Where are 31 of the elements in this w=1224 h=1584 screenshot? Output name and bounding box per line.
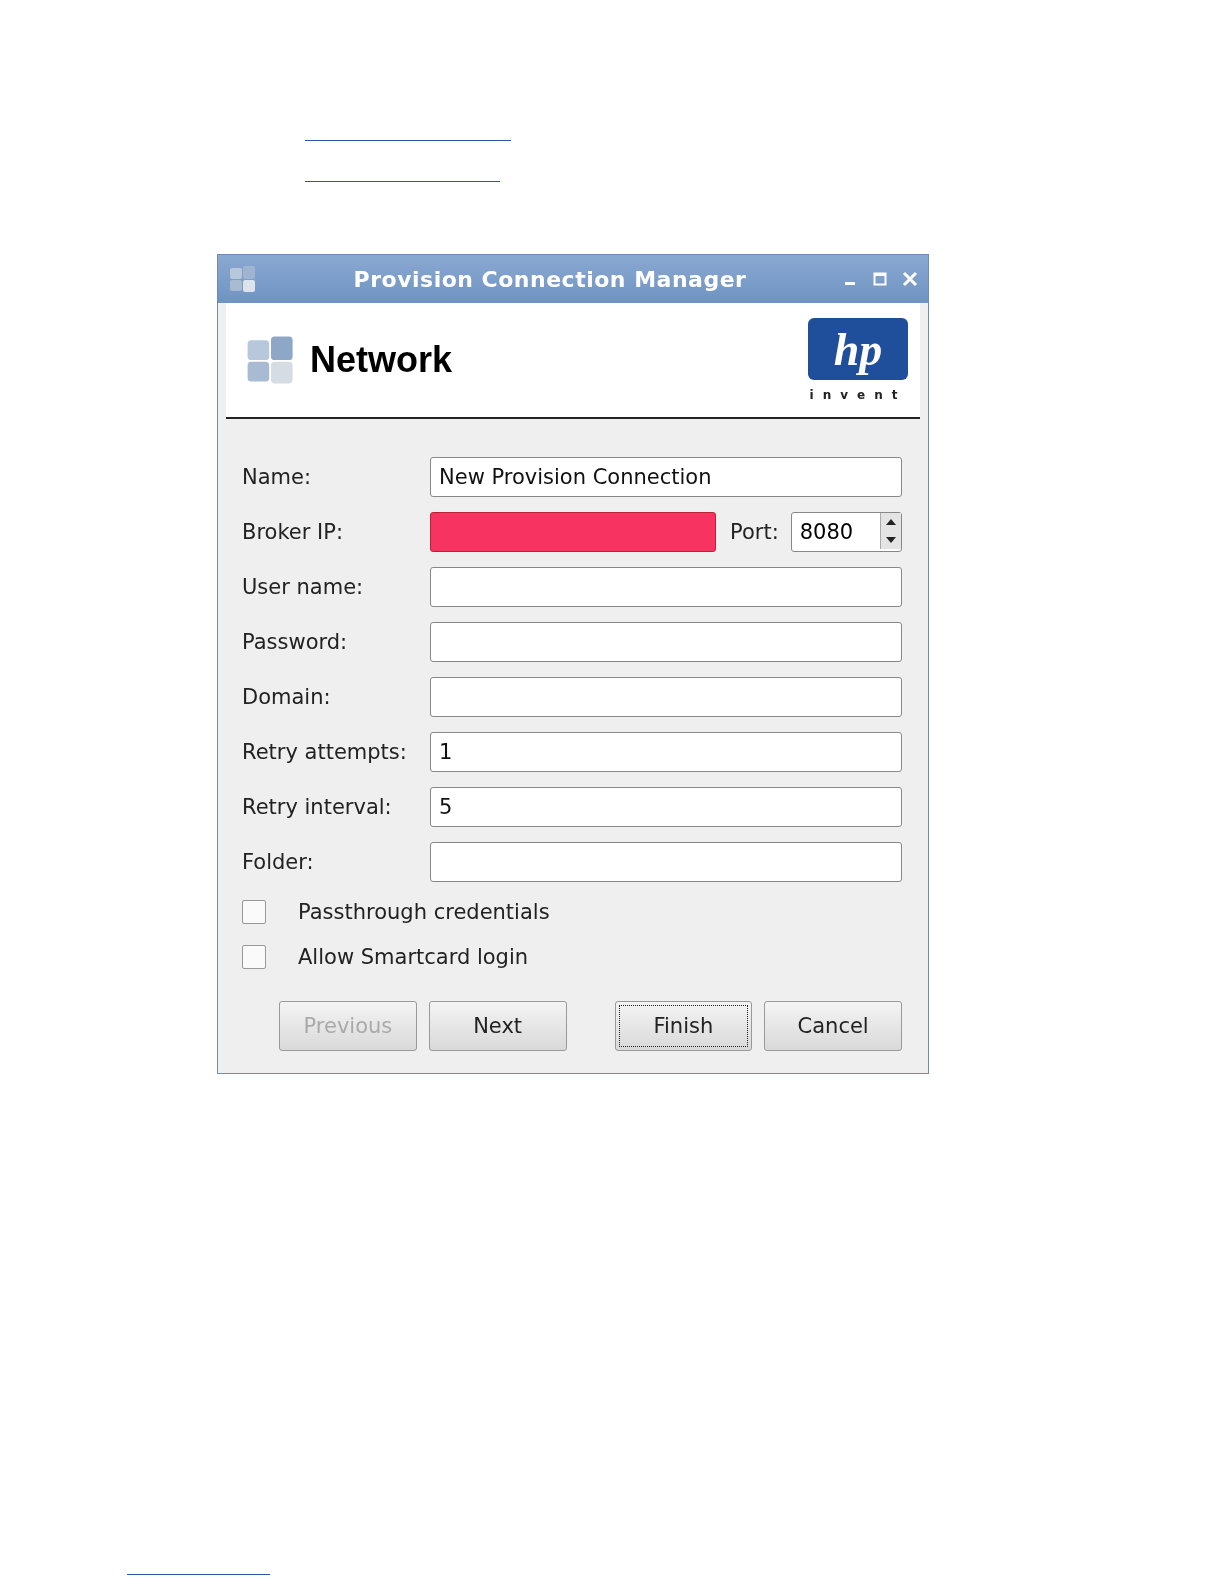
field-label: Name:: [242, 464, 313, 489]
checkbox-label[interactable]: Allow Smartcard login: [298, 944, 529, 969]
field-label: User name:: [242, 574, 365, 599]
field-label: Broker IP:: [242, 519, 344, 544]
field-label: Password:: [242, 629, 349, 654]
dialog-button[interactable]: Finish: [614, 1001, 753, 1051]
window-title: Provision Connection Manager: [352, 266, 748, 292]
field-label: Folder:: [242, 849, 315, 874]
checkbox[interactable]: [242, 944, 266, 969]
input-field[interactable]: [430, 676, 902, 717]
field-label: Domain:: [242, 684, 332, 709]
input-field[interactable]: [430, 566, 902, 607]
puzzle-icon: [228, 264, 258, 294]
page-heading: Network: [310, 339, 454, 381]
dialog-button[interactable]: Next: [428, 1001, 567, 1051]
input-field[interactable]: 1: [430, 731, 902, 772]
input-field[interactable]: [430, 621, 902, 662]
close-icon[interactable]: [902, 271, 918, 287]
logo: hp: [808, 318, 908, 380]
input-field[interactable]: [430, 511, 716, 552]
maximize-icon[interactable]: [872, 271, 888, 287]
checkbox[interactable]: [242, 899, 266, 924]
input-field[interactable]: [430, 841, 902, 882]
checkbox-label[interactable]: Passthrough credentials: [298, 899, 550, 924]
input-field[interactable]: 5: [430, 786, 902, 827]
field-label: Retry interval:: [242, 794, 393, 819]
input-field[interactable]: New Provision Connection: [430, 456, 902, 497]
logo-tagline: invent: [809, 388, 907, 402]
field-label: Retry attempts:: [242, 739, 408, 764]
field-label: Port:: [730, 519, 779, 544]
dialog-button[interactable]: Cancel: [764, 1001, 902, 1051]
